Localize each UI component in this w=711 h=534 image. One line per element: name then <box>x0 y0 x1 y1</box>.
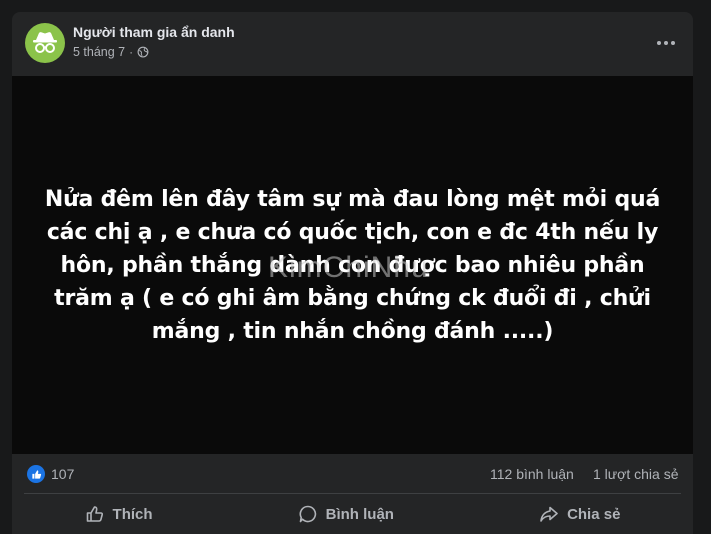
thumbs-up-outline-icon <box>86 506 103 522</box>
meta-separator: · <box>129 45 134 59</box>
author-name[interactable]: Người tham gia ẩn danh <box>73 24 235 40</box>
post-actions: Thích Bình luận Chia sẻ <box>12 494 693 534</box>
post-card: Người tham gia ẩn danh 5 tháng 7 · Nửa đ… <box>12 12 693 534</box>
thumbs-up-icon <box>31 469 41 479</box>
like-label: Thích <box>112 505 153 523</box>
post-meta: 5 tháng 7 · <box>73 45 149 59</box>
comment-label: Bình luận <box>325 505 394 523</box>
globe-icon <box>137 46 149 58</box>
more-options-button[interactable] <box>653 30 679 56</box>
share-label: Chia sẻ <box>567 505 621 523</box>
comments-count[interactable]: 112 bình luận <box>490 466 574 482</box>
shares-count[interactable]: 1 lượt chia sẻ <box>593 466 678 482</box>
share-button[interactable]: Chia sẻ <box>519 498 640 530</box>
like-button[interactable]: Thích <box>65 498 173 530</box>
post-date[interactable]: 5 tháng 7 <box>73 45 125 59</box>
like-count[interactable]: 107 <box>51 466 74 482</box>
post-header: Người tham gia ẩn danh 5 tháng 7 · <box>12 12 693 76</box>
post-text: Nửa đêm lên đây tâm sự mà đau lòng mệt m… <box>44 186 661 344</box>
more-dot-icon <box>664 41 668 45</box>
comment-icon <box>299 505 316 523</box>
like-reaction-icon[interactable] <box>27 465 45 483</box>
comment-button[interactable]: Bình luận <box>278 498 414 530</box>
incognito-icon <box>33 32 57 53</box>
more-dot-icon <box>657 41 661 45</box>
post-stats: 107 112 bình luận 1 lượt chia sẻ <box>12 454 693 494</box>
post-content[interactable]: Nửa đêm lên đây tâm sự mà đau lòng mệt m… <box>12 76 693 454</box>
share-icon <box>540 506 558 522</box>
anonymous-avatar[interactable] <box>25 23 65 63</box>
more-dot-icon <box>671 41 675 45</box>
